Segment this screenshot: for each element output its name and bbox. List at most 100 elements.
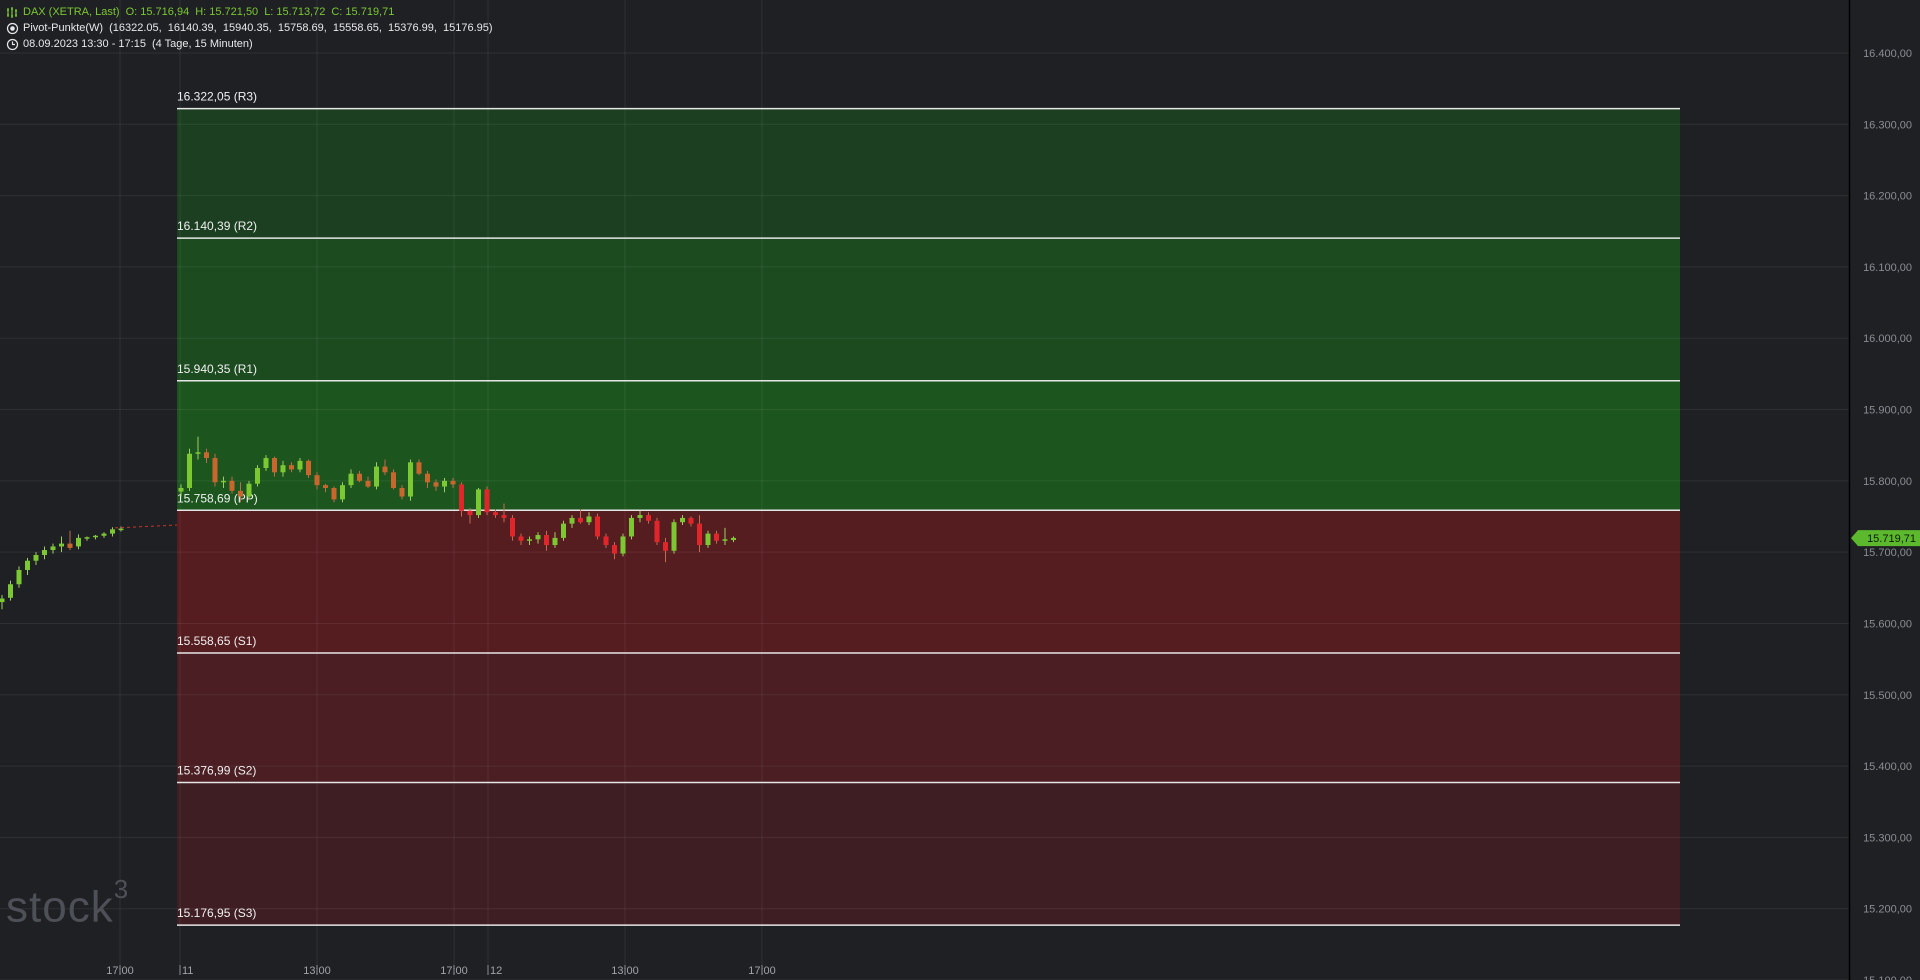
candle-body bbox=[620, 536, 626, 554]
clock-icon bbox=[6, 38, 19, 51]
candle-body bbox=[16, 569, 22, 585]
candle-body bbox=[50, 546, 56, 551]
candle-body bbox=[84, 537, 90, 539]
candle-body bbox=[493, 512, 498, 516]
indicator-values: (16322.05, 16140.39, 15940.35, 15758.69,… bbox=[109, 22, 493, 34]
candle-body bbox=[118, 528, 124, 531]
price-tick-label: 15.100,00 bbox=[1863, 975, 1912, 980]
close-value: C: 15.719,71 bbox=[331, 6, 395, 18]
candle-body bbox=[340, 485, 345, 500]
symbol-name: DAX (XETRA, Last) bbox=[23, 6, 120, 18]
candle-body bbox=[671, 522, 677, 551]
price-chart[interactable]: 16.322,05 (R3) 16.140,39 (R2) 15.940,35 (R… bbox=[0, 0, 1920, 980]
candle-body bbox=[93, 535, 98, 538]
stock3-logo: stock3 bbox=[6, 874, 130, 932]
time-tick-label: 13:00 bbox=[303, 965, 331, 977]
candle-body bbox=[714, 533, 719, 541]
price-tick-label: 16.100,00 bbox=[1863, 262, 1912, 274]
candle-body bbox=[25, 560, 30, 570]
candle-body bbox=[408, 462, 413, 497]
candle-body bbox=[0, 598, 5, 603]
time-tick-label: 17:00 bbox=[748, 965, 776, 977]
candle-body bbox=[501, 515, 507, 518]
candle-body bbox=[348, 473, 354, 486]
candle-body bbox=[289, 465, 294, 470]
indicator-icon bbox=[6, 22, 19, 35]
price-tick-label: 15.700,00 bbox=[1863, 547, 1912, 559]
candle-body bbox=[705, 533, 711, 546]
candle-body bbox=[459, 484, 464, 511]
price-tick-label: 15.200,00 bbox=[1863, 904, 1912, 916]
pivot-label-s2: 15.376,99 (S2) bbox=[177, 763, 256, 777]
candle-body bbox=[297, 460, 303, 470]
candle-body bbox=[263, 458, 269, 469]
indicator-name: Pivot-Punkte(W) bbox=[23, 22, 104, 34]
candle-body bbox=[561, 523, 566, 538]
candle-body bbox=[306, 460, 311, 476]
candle-body bbox=[195, 452, 201, 454]
candle-body bbox=[450, 480, 456, 485]
candle-body bbox=[416, 462, 422, 474]
candle-body bbox=[484, 489, 490, 513]
time-tick-label: 12 bbox=[490, 965, 502, 977]
open-value: O: 15.716,94 bbox=[125, 6, 190, 18]
price-tick-label: 16.400,00 bbox=[1863, 48, 1912, 60]
candle-body bbox=[280, 465, 286, 473]
candle-body bbox=[238, 490, 243, 497]
low-value: L: 15.713,72 bbox=[264, 6, 326, 18]
candle-body bbox=[42, 550, 47, 556]
candle-body bbox=[552, 537, 558, 546]
candle-body bbox=[314, 475, 320, 486]
time-tick-label: 17:00 bbox=[106, 965, 134, 977]
time-range-detail: (4 Tage, 15 Minuten) bbox=[151, 38, 253, 50]
price-tick-label: 15.400,00 bbox=[1863, 761, 1912, 773]
support-zone bbox=[177, 652, 1680, 783]
candle-body bbox=[365, 480, 371, 487]
candle-body bbox=[76, 537, 81, 547]
candle-body bbox=[187, 453, 192, 488]
candle-body bbox=[59, 543, 64, 547]
candle-body bbox=[535, 535, 541, 540]
time-tick-label: 17:00 bbox=[440, 965, 468, 977]
candle-body bbox=[586, 516, 592, 523]
candle-body bbox=[467, 510, 473, 516]
price-tick-label: 16.300,00 bbox=[1863, 119, 1912, 131]
indicator-legend[interactable]: Pivot-Punkte(W) (16322.05, 16140.39, 159… bbox=[6, 21, 493, 35]
candle-body bbox=[255, 468, 260, 484]
candle-body bbox=[578, 517, 583, 523]
time-range: 08.09.2023 13:30 - 17:15 bbox=[23, 38, 146, 50]
candle-body bbox=[612, 545, 617, 554]
candle-body bbox=[272, 458, 277, 473]
pivot-label-s1: 15.558,65 (S1) bbox=[177, 634, 256, 648]
price-tick-label: 15.600,00 bbox=[1863, 618, 1912, 630]
symbol-legend: DAX (XETRA, Last) O: 15.716,94 H: 15.721… bbox=[6, 5, 394, 19]
pivot-label-s3: 15.176,95 (S3) bbox=[177, 906, 256, 920]
candle-body bbox=[331, 487, 337, 500]
pivot-label-r2: 16.140,39 (R2) bbox=[177, 219, 257, 233]
price-tick-label: 15.900,00 bbox=[1863, 405, 1912, 417]
candle-body bbox=[654, 520, 660, 543]
time-tick-label: 11 bbox=[182, 965, 193, 977]
candle-body bbox=[391, 472, 396, 488]
candle-body bbox=[110, 529, 115, 534]
price-tick-label: 16.000,00 bbox=[1863, 333, 1912, 345]
candle-body bbox=[382, 466, 388, 473]
chart-type-icon bbox=[6, 6, 19, 19]
candle-body bbox=[603, 536, 609, 546]
candle-body bbox=[688, 517, 694, 524]
candle-body bbox=[204, 452, 209, 459]
support-zone bbox=[177, 510, 1680, 653]
price-tick-label: 15.300,00 bbox=[1863, 832, 1912, 844]
candle-body bbox=[442, 480, 447, 487]
candle-body bbox=[544, 535, 549, 546]
pivot-label-pp: 15.758,69 (PP) bbox=[177, 491, 258, 505]
candle-body bbox=[399, 487, 405, 497]
candle-body bbox=[637, 515, 643, 518]
resistance-zone bbox=[177, 238, 1680, 381]
support-zone bbox=[177, 782, 1680, 926]
price-tick-label: 15.800,00 bbox=[1863, 476, 1912, 488]
candle-body bbox=[67, 543, 73, 548]
candle-body bbox=[425, 473, 430, 483]
candle-body bbox=[510, 517, 515, 537]
candle-body bbox=[374, 466, 379, 487]
